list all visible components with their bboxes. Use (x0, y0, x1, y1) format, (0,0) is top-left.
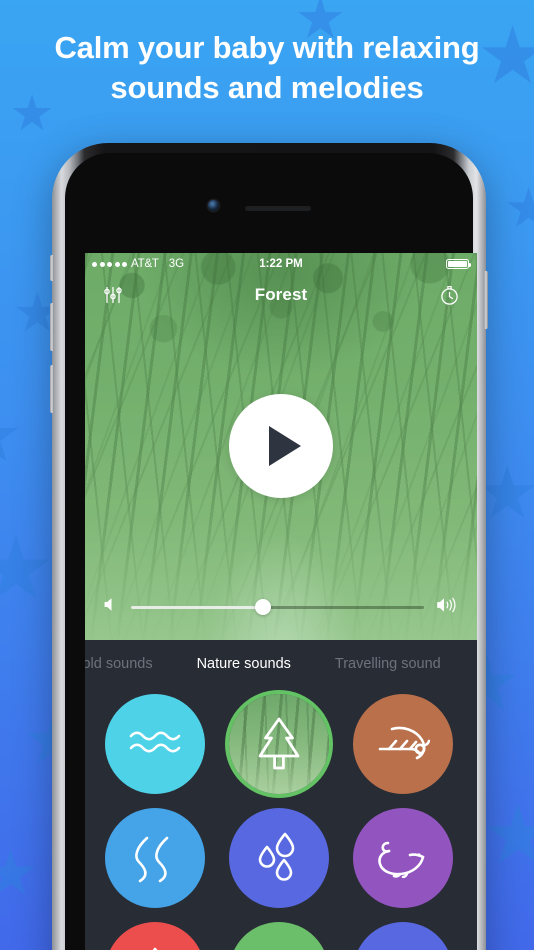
sound-button-leaves[interactable] (229, 922, 329, 950)
play-icon (268, 426, 301, 466)
sound-button-river[interactable] (105, 808, 205, 908)
tree-icon (256, 716, 302, 772)
star-decoration (0, 535, 50, 599)
equalizer-sliders-icon[interactable] (99, 281, 127, 309)
speaker-low-icon[interactable] (103, 597, 119, 617)
star-decoration (507, 187, 534, 228)
volume-slider-row[interactable] (85, 594, 477, 620)
tab-household-sounds[interactable]: usehold sounds (85, 656, 175, 672)
front-camera-icon (208, 200, 219, 211)
promo-headline: Calm your baby with relaxing sounds and … (0, 28, 534, 107)
app-screen: AT&T 3G 1:22 PM Forest old sounds Nature… (85, 253, 477, 950)
category-tab-bar[interactable]: usehold soundsNature soundsTravelling so… (85, 640, 477, 688)
star-decoration (0, 849, 35, 895)
sound-cell-wind[interactable] (353, 922, 453, 950)
sound-cell-fire[interactable] (105, 922, 205, 950)
sound-cell-rain[interactable] (229, 808, 329, 908)
sound-cell-leaves[interactable] (229, 922, 329, 950)
tab-travelling-sounds[interactable]: Travelling sound (313, 656, 463, 672)
sound-cell-forest[interactable] (229, 694, 329, 794)
star-decoration (0, 407, 19, 462)
volume-up-button[interactable] (50, 303, 54, 351)
sound-cell-cricket[interactable] (353, 694, 453, 794)
sound-button-fire[interactable] (105, 922, 205, 950)
speaker-high-icon[interactable] (436, 597, 459, 618)
sound-button-wind[interactable] (353, 922, 453, 950)
play-button[interactable] (229, 394, 333, 498)
sound-cell-sea-waves[interactable] (105, 694, 205, 794)
raindrops-icon (257, 832, 301, 884)
river-icon (131, 832, 179, 884)
power-button[interactable] (484, 271, 488, 329)
clock-label: 1:22 PM (259, 258, 303, 270)
star-decoration (479, 464, 534, 518)
headline-line-2: sounds and melodies (110, 69, 424, 105)
page-title: Forest (254, 285, 308, 304)
sound-cell-whale[interactable] (353, 808, 453, 908)
sound-grid (85, 688, 477, 950)
headline-line-1: Calm your baby with relaxing (54, 30, 480, 65)
whale-icon (376, 838, 430, 879)
earpiece-speaker-icon (245, 206, 311, 211)
phone-device-mockup: AT&T 3G 1:22 PM Forest old sounds Nature… (50, 143, 488, 950)
sound-button-cricket[interactable] (353, 694, 453, 794)
volume-slider-track[interactable] (131, 599, 424, 615)
star-decoration (486, 803, 534, 864)
sound-button-forest[interactable] (229, 694, 329, 794)
cricket-icon (376, 725, 431, 763)
silent-switch[interactable] (50, 255, 54, 281)
waves-icon (128, 727, 182, 761)
phone-front-face: AT&T 3G 1:22 PM Forest old sounds Nature… (65, 153, 477, 950)
timer-stopwatch-icon[interactable] (435, 281, 463, 309)
sound-button-sea-waves[interactable] (105, 694, 205, 794)
sound-cell-river[interactable] (105, 808, 205, 908)
navigation-bar: Forest (85, 275, 477, 315)
sound-button-rain[interactable] (229, 808, 329, 908)
status-bar: AT&T 3G 1:22 PM (85, 253, 477, 275)
sound-button-whale[interactable] (353, 808, 453, 908)
player-hero: AT&T 3G 1:22 PM Forest (85, 253, 477, 640)
battery-full-icon (446, 259, 472, 269)
tab-nature-sounds[interactable]: Nature sounds (175, 656, 313, 672)
volume-down-button[interactable] (50, 365, 54, 413)
